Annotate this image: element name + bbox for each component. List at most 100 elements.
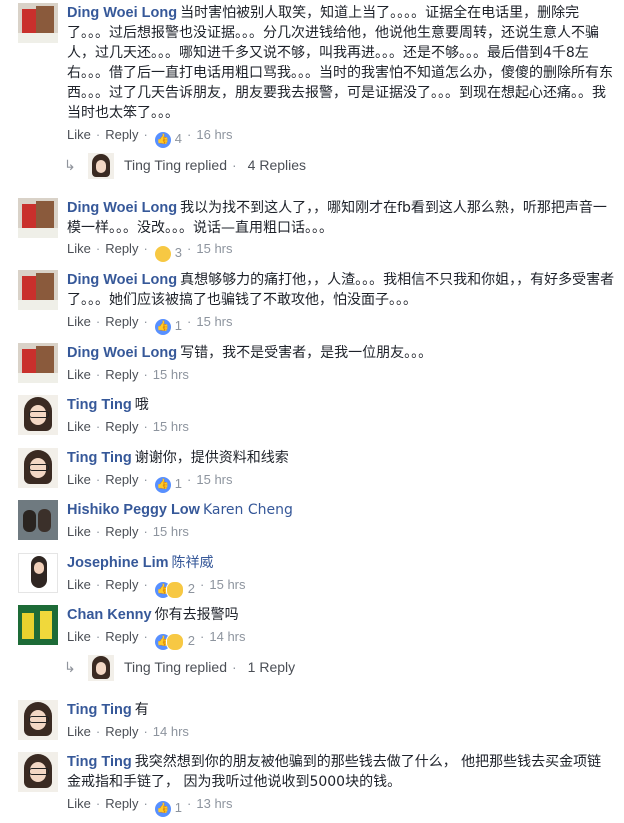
commenter-name[interactable]: Ting Ting (67, 450, 132, 466)
separator: · (95, 629, 101, 644)
like-button[interactable]: Like (67, 314, 91, 329)
tagged-name[interactable]: 陈祥威 (172, 555, 214, 571)
separator: · (95, 472, 101, 487)
reaction-count: 1 (174, 318, 183, 333)
commenter-name[interactable]: Ding Woei Long (67, 345, 177, 361)
separator: · (95, 796, 101, 811)
timestamp[interactable]: 15 hrs (196, 314, 232, 329)
reactions[interactable]: 3 (154, 245, 182, 262)
reply-button[interactable]: Reply (105, 367, 138, 382)
commenter-name[interactable]: Ding Woei Long (67, 200, 177, 216)
timestamp[interactable]: 14 hrs (209, 629, 245, 644)
timestamp[interactable]: 15 hrs (153, 524, 189, 539)
timestamp[interactable]: 16 hrs (196, 127, 232, 142)
avatar[interactable] (18, 700, 58, 740)
like-button[interactable]: Like (67, 796, 91, 811)
separator: · (143, 629, 148, 644)
reactions[interactable]: 👍 1 (154, 318, 183, 335)
avatar[interactable] (18, 553, 58, 593)
reactions[interactable]: 👍 4 (154, 131, 183, 148)
commenter-name[interactable]: Josephine Lim (67, 555, 169, 571)
avatar[interactable] (18, 270, 58, 310)
separator: · (95, 577, 101, 592)
commenter-name[interactable]: Ding Woei Long (67, 5, 177, 21)
comment-text: 写错，我不是受害者，是我一位朋友。。。 (180, 345, 433, 361)
reply-button[interactable]: Reply (105, 472, 138, 487)
comment-text: 有 (134, 702, 149, 718)
like-button[interactable]: Like (67, 524, 91, 539)
timestamp[interactable]: 15 hrs (153, 419, 189, 434)
reactions[interactable]: 👍 2 (154, 632, 195, 651)
reply-button[interactable]: Reply (105, 419, 138, 434)
separator: · (187, 314, 192, 329)
avatar[interactable] (18, 395, 58, 435)
reply-button[interactable]: Reply (105, 577, 138, 592)
timestamp[interactable]: 13 hrs (196, 796, 232, 811)
avatar[interactable] (18, 3, 58, 43)
timestamp[interactable]: 15 hrs (153, 367, 189, 382)
commenter-name[interactable]: Hishiko Peggy Low (67, 502, 200, 518)
reply-button[interactable]: Reply (105, 724, 138, 739)
reply-count[interactable]: 4 Replies (248, 157, 306, 173)
comment-actions: Like · Reply · 👍 2 · 15 hrs (67, 577, 246, 599)
commenter-name[interactable]: Ding Woei Long (67, 272, 177, 288)
reactions[interactable]: 👍 2 (154, 580, 196, 599)
like-button[interactable]: Like (67, 419, 91, 434)
avatar[interactable] (18, 605, 58, 645)
separator: · (95, 419, 101, 434)
like-icon: 👍 (154, 131, 171, 148)
separator: · (143, 241, 148, 256)
timestamp[interactable]: 15 hrs (196, 472, 232, 487)
like-button[interactable]: Like (67, 127, 91, 142)
reaction-count: 4 (174, 131, 183, 146)
reply-button[interactable]: Reply (105, 796, 138, 811)
separator: · (187, 472, 192, 487)
separator: · (187, 127, 192, 142)
tagged-name[interactable]: Karen Cheng (203, 502, 293, 518)
avatar[interactable] (18, 500, 58, 540)
commenter-name[interactable]: Ting Ting (67, 754, 132, 770)
commenter-name[interactable]: Ting Ting (67, 397, 132, 413)
separator: · (143, 127, 148, 142)
comment-actions: Like · Reply · 👍 4 · 16 hrs (67, 127, 233, 148)
like-button[interactable]: Like (67, 629, 91, 644)
like-button[interactable]: Like (67, 241, 91, 256)
separator: · (143, 796, 148, 811)
comment-text: 哦 (134, 397, 149, 413)
reaction-count: 2 (187, 581, 196, 596)
reply-arrow-icon: ↳ (64, 157, 76, 173)
timestamp[interactable]: 15 hrs (209, 577, 245, 592)
reply-button[interactable]: Reply (105, 127, 138, 142)
separator: · (95, 524, 101, 539)
timestamp[interactable]: 14 hrs (153, 724, 189, 739)
like-button[interactable]: Like (67, 472, 91, 487)
avatar[interactable] (18, 752, 58, 792)
comment-text: 我突然想到你的朋友被他骗到的那些钱去做了什么， 他把那些钱去买金项链金戒指和手链… (67, 754, 602, 790)
separator: · (143, 367, 148, 382)
timestamp[interactable]: 15 hrs (196, 241, 232, 256)
reply-button[interactable]: Reply (105, 524, 138, 539)
commenter-name[interactable]: Ting Ting (67, 702, 132, 718)
like-button[interactable]: Like (67, 367, 91, 382)
like-button[interactable]: Like (67, 724, 91, 739)
separator: · (200, 629, 205, 644)
separator: · (143, 472, 148, 487)
reactions[interactable]: 👍 1 (154, 476, 182, 493)
comment-actions: Like · Reply · 3 · 15 hrs (67, 241, 233, 262)
separator: · (187, 241, 192, 256)
reply-count[interactable]: 1 Reply (248, 659, 295, 675)
separator: · (95, 127, 101, 142)
separator: · (143, 724, 148, 739)
reply-arrow-icon: ↳ (64, 659, 76, 675)
wow-icon (165, 632, 184, 651)
reply-button[interactable]: Reply (105, 314, 138, 329)
reply-button[interactable]: Reply (105, 629, 138, 644)
avatar[interactable] (18, 448, 58, 488)
avatar[interactable] (18, 343, 58, 383)
reactions[interactable]: 👍 1 (154, 800, 182, 817)
commenter-name[interactable]: Chan Kenny (67, 607, 152, 623)
reply-button[interactable]: Reply (105, 241, 138, 256)
comment-text: 当时害怕被别人取笑，知道上当了。。。。证据全在电话里，删除完了。。。过后想报警也… (67, 5, 613, 121)
like-button[interactable]: Like (67, 577, 91, 592)
avatar[interactable] (18, 198, 58, 238)
